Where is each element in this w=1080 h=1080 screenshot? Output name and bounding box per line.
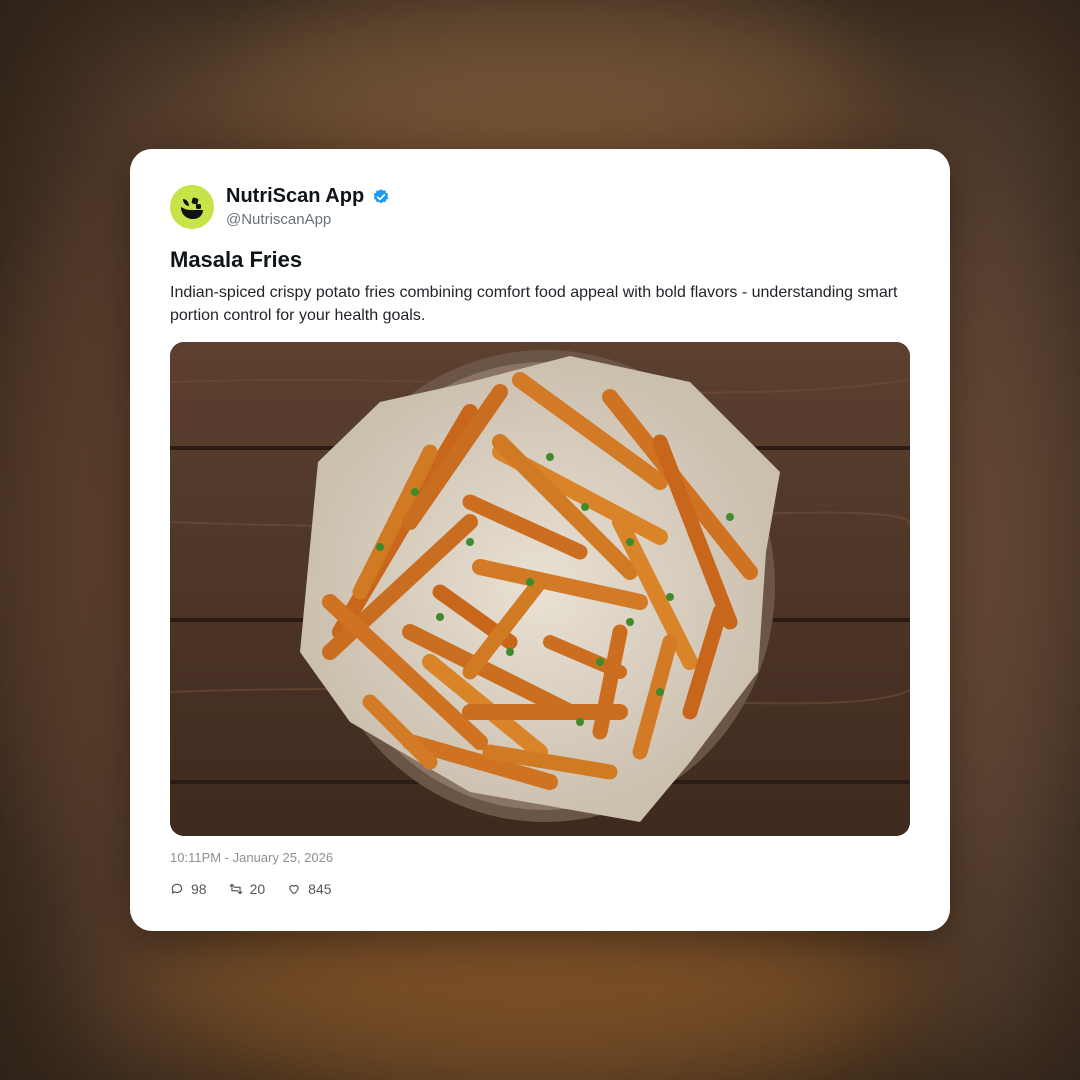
engagement-stats: 98 20 845: [170, 881, 332, 897]
account-name[interactable]: NutriScan App: [226, 185, 364, 208]
retweet-icon: [229, 883, 242, 895]
post-card: NutriScan App @NutriscanApp Masala Fries…: [130, 149, 950, 931]
account-handle[interactable]: @NutriscanApp: [226, 211, 331, 228]
post-description: Indian-spiced crispy potato fries combin…: [170, 284, 898, 324]
account-name-row: NutriScan App: [226, 185, 390, 208]
post-title: Masala Fries: [170, 247, 303, 272]
like-count: 845: [308, 881, 332, 897]
nutriscan-logo-icon: [170, 185, 214, 229]
heart-icon: [289, 884, 299, 895]
post-image[interactable]: [170, 342, 910, 836]
reply-icon: [171, 883, 183, 894]
retweet-button[interactable]: 20: [229, 881, 266, 897]
avatar[interactable]: [170, 185, 214, 229]
like-button[interactable]: 845: [287, 881, 332, 897]
post-timestamp[interactable]: 10:11PM - January 25, 2026: [170, 850, 333, 865]
retweet-count: 20: [249, 881, 266, 897]
fries-bowl-illustration: [170, 342, 910, 836]
verified-badge-icon: [373, 188, 389, 203]
reply-count: 98: [191, 881, 207, 897]
reply-button[interactable]: 98: [170, 881, 207, 897]
